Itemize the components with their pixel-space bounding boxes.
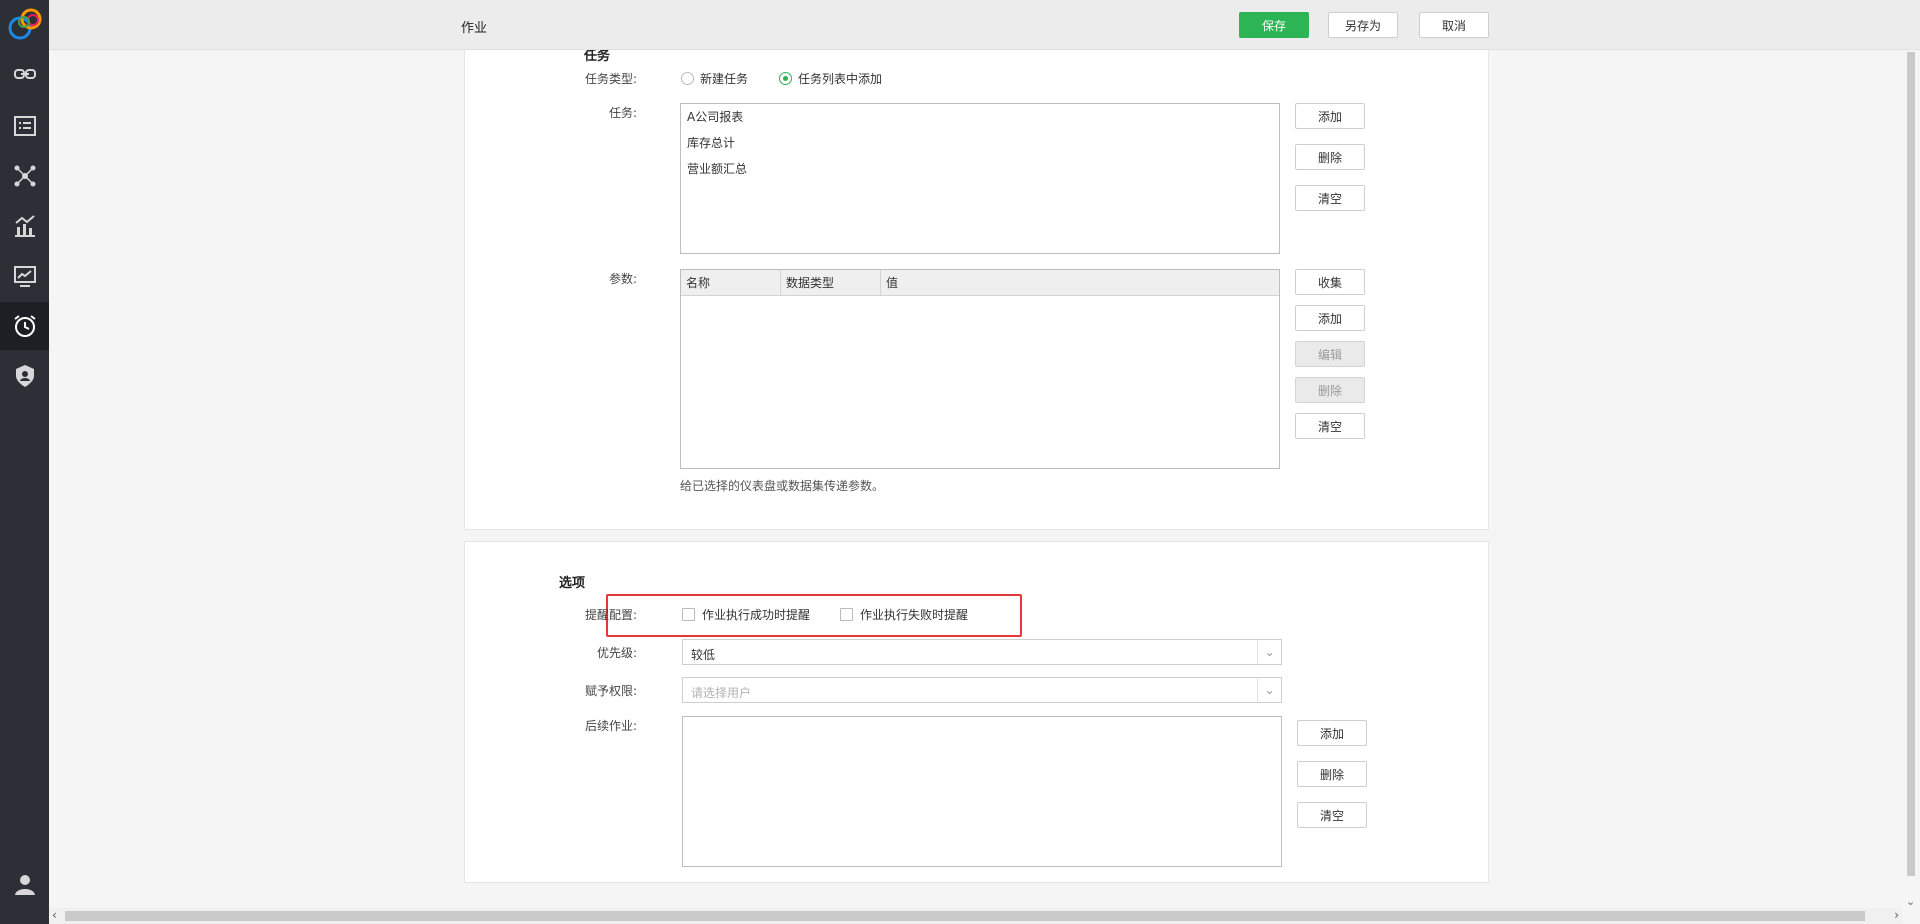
top-bar: 作业 保存 另存为 取消 <box>49 0 1920 50</box>
params-collect-button[interactable]: 收集 <box>1295 269 1365 295</box>
params-delete-button[interactable]: 删除 <box>1295 377 1365 403</box>
followup-delete-button[interactable]: 删除 <box>1297 761 1367 787</box>
app-logo[interactable] <box>6 4 46 44</box>
page-title: 作业 <box>461 21 488 36</box>
options-section-title: 选项 <box>559 576 586 591</box>
scroll-down-arrow-icon[interactable]: ⌄ <box>1906 895 1915 908</box>
radio-add-from-list[interactable] <box>779 72 792 85</box>
tasks-list[interactable]: A公司报表 库存总计 营业额汇总 <box>680 103 1280 254</box>
column-header-name[interactable]: 名称 <box>681 270 781 296</box>
horizontal-scrollbar-thumb[interactable] <box>65 911 1865 921</box>
checkbox-remind-success-label[interactable]: 作业执行成功时提醒 <box>702 606 810 623</box>
save-button[interactable]: 保存 <box>1239 12 1309 38</box>
options-panel: 选项 提醒配置: 作业执行成功时提醒 作业执行失败时提醒 优先级: 较低 ⌄ 赋… <box>464 541 1489 883</box>
task-type-label: 任务类型: <box>584 72 637 86</box>
priority-value: 较低 <box>691 648 716 662</box>
priority-label: 优先级: <box>596 646 637 660</box>
save-as-button[interactable]: 另存为 <box>1328 12 1398 38</box>
tasks-label: 任务: <box>608 106 637 120</box>
permission-placeholder: 请选择用户 <box>691 686 752 700</box>
main-content: 任务 任务类型: 新建任务 任务列表中添加 任务: A公司报表 库存总计 营业额… <box>49 50 1902 908</box>
params-clear-button[interactable]: 清空 <box>1295 413 1365 439</box>
permission-select[interactable]: 请选择用户 ⌄ <box>682 677 1282 703</box>
scroll-left-arrow-icon[interactable]: ‹ <box>52 908 57 922</box>
task-section-title: 任务 <box>584 50 611 64</box>
params-hint: 给已选择的仪表盘或数据集传递参数。 <box>680 479 885 493</box>
nav-dashboard-icon[interactable] <box>0 252 49 300</box>
cancel-button[interactable]: 取消 <box>1419 12 1489 38</box>
nav-security-icon[interactable] <box>0 352 49 400</box>
list-item[interactable]: A公司报表 <box>681 104 1279 130</box>
chevron-down-icon[interactable]: ⌄ <box>1257 640 1281 664</box>
task-clear-button[interactable]: 清空 <box>1295 185 1365 211</box>
reminder-label: 提醒配置: <box>584 608 637 622</box>
horizontal-scrollbar[interactable]: ‹ › <box>49 908 1902 924</box>
scroll-right-arrow-icon[interactable]: › <box>1894 908 1899 922</box>
list-item[interactable]: 库存总计 <box>681 130 1279 156</box>
checkbox-remind-success[interactable] <box>682 608 695 621</box>
vertical-scrollbar[interactable]: ⌄ <box>1902 50 1920 908</box>
chevron-down-icon[interactable]: ⌄ <box>1257 678 1281 702</box>
column-header-value[interactable]: 值 <box>881 270 1279 296</box>
priority-select[interactable]: 较低 ⌄ <box>682 639 1282 665</box>
task-delete-button[interactable]: 删除 <box>1295 144 1365 170</box>
followup-clear-button[interactable]: 清空 <box>1297 802 1367 828</box>
followup-jobs-list[interactable] <box>682 716 1282 867</box>
sidebar <box>0 0 49 924</box>
nav-schedule-icon[interactable] <box>0 302 49 350</box>
user-icon[interactable] <box>0 860 49 908</box>
params-table[interactable]: 名称 数据类型 值 <box>680 269 1280 469</box>
checkbox-remind-failure-label[interactable]: 作业执行失败时提醒 <box>860 606 968 623</box>
params-add-button[interactable]: 添加 <box>1295 305 1365 331</box>
task-add-button[interactable]: 添加 <box>1295 103 1365 129</box>
checkbox-remind-failure[interactable] <box>840 608 853 621</box>
task-panel: 任务 任务类型: 新建任务 任务列表中添加 任务: A公司报表 库存总计 营业额… <box>464 50 1489 530</box>
nav-network-icon[interactable] <box>0 152 49 200</box>
permission-label: 赋予权限: <box>584 684 637 698</box>
radio-new-task[interactable] <box>681 72 694 85</box>
params-table-header: 名称 数据类型 值 <box>681 270 1279 296</box>
params-edit-button[interactable]: 编辑 <box>1295 341 1365 367</box>
followup-add-button[interactable]: 添加 <box>1297 720 1367 746</box>
params-label: 参数: <box>608 272 637 286</box>
radio-add-from-list-label[interactable]: 任务列表中添加 <box>798 70 882 87</box>
nav-link-icon[interactable] <box>0 50 49 98</box>
vertical-scrollbar-thumb[interactable] <box>1907 52 1915 876</box>
nav-chart-icon[interactable] <box>0 202 49 250</box>
nav-list-icon[interactable] <box>0 102 49 150</box>
list-item[interactable]: 营业额汇总 <box>681 156 1279 182</box>
radio-new-task-label[interactable]: 新建任务 <box>700 70 748 87</box>
column-header-data-type[interactable]: 数据类型 <box>781 270 881 296</box>
followup-label: 后续作业: <box>584 719 637 733</box>
